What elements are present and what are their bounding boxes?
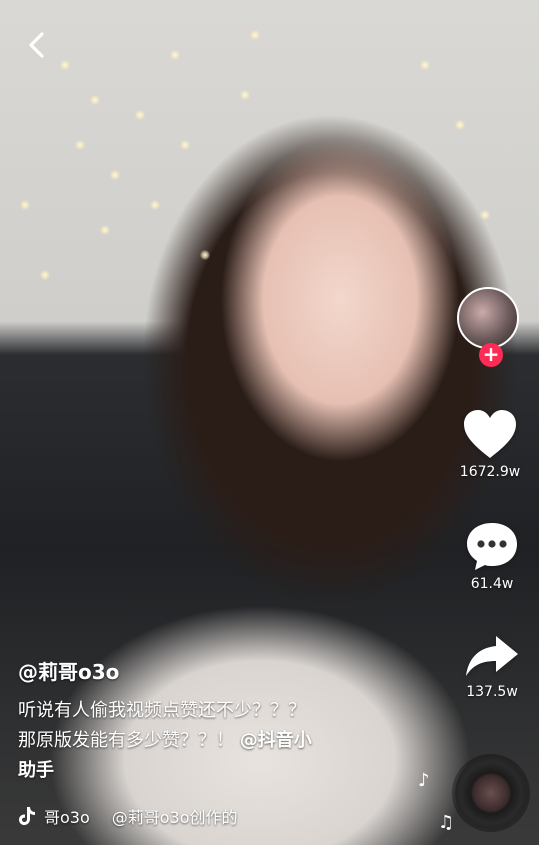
like-count: 1672.9w — [459, 464, 521, 480]
music-title: @莉哥o3o创作的 — [111, 808, 238, 827]
music-info[interactable]: 哥o3o @莉哥o3o创作的 — [18, 804, 238, 828]
music-note-icon: ♫ — [438, 812, 455, 833]
caption-text: 那原版发能有多少赞？？！ — [18, 730, 234, 751]
caption-line: 听说有人偷我视频点赞还不少？？？ — [18, 700, 306, 721]
string-lights-background — [0, 0, 539, 330]
mention-link[interactable]: @抖音小 — [240, 730, 312, 751]
author-avatar-button[interactable]: + — [457, 287, 525, 367]
tiktok-logo-icon — [19, 807, 35, 825]
music-disc-button[interactable] — [455, 757, 527, 829]
share-count: 137.5w — [466, 684, 518, 700]
video-caption: 听说有人偷我视频点赞还不少？？？ 那原版发能有多少赞？？！ @抖音小 助手 — [18, 696, 398, 786]
caption-line[interactable]: 助手 — [18, 756, 398, 786]
video-player[interactable]: + 1672.9w 61.4w 137.5w @莉哥o3o 听说有人偷我视频点赞… — [0, 0, 539, 845]
music-account: 哥o3o — [44, 808, 90, 827]
chevron-left-icon — [29, 32, 44, 58]
avatar — [457, 287, 519, 349]
share-arrow-icon — [466, 636, 518, 676]
music-note-icon: ♪ — [418, 770, 430, 791]
back-button[interactable] — [22, 30, 52, 60]
caption-line: 那原版发能有多少赞？？！ @抖音小 — [18, 726, 398, 756]
comment-button[interactable]: 61.4w — [452, 520, 532, 592]
comment-count: 61.4w — [470, 576, 514, 592]
author-name[interactable]: @莉哥o3o — [18, 656, 119, 685]
comment-icon — [467, 523, 517, 570]
heart-icon — [464, 410, 516, 458]
share-button[interactable]: 137.5w — [452, 632, 532, 700]
follow-plus-icon[interactable]: + — [479, 343, 503, 367]
like-button[interactable]: 1672.9w — [450, 408, 530, 480]
